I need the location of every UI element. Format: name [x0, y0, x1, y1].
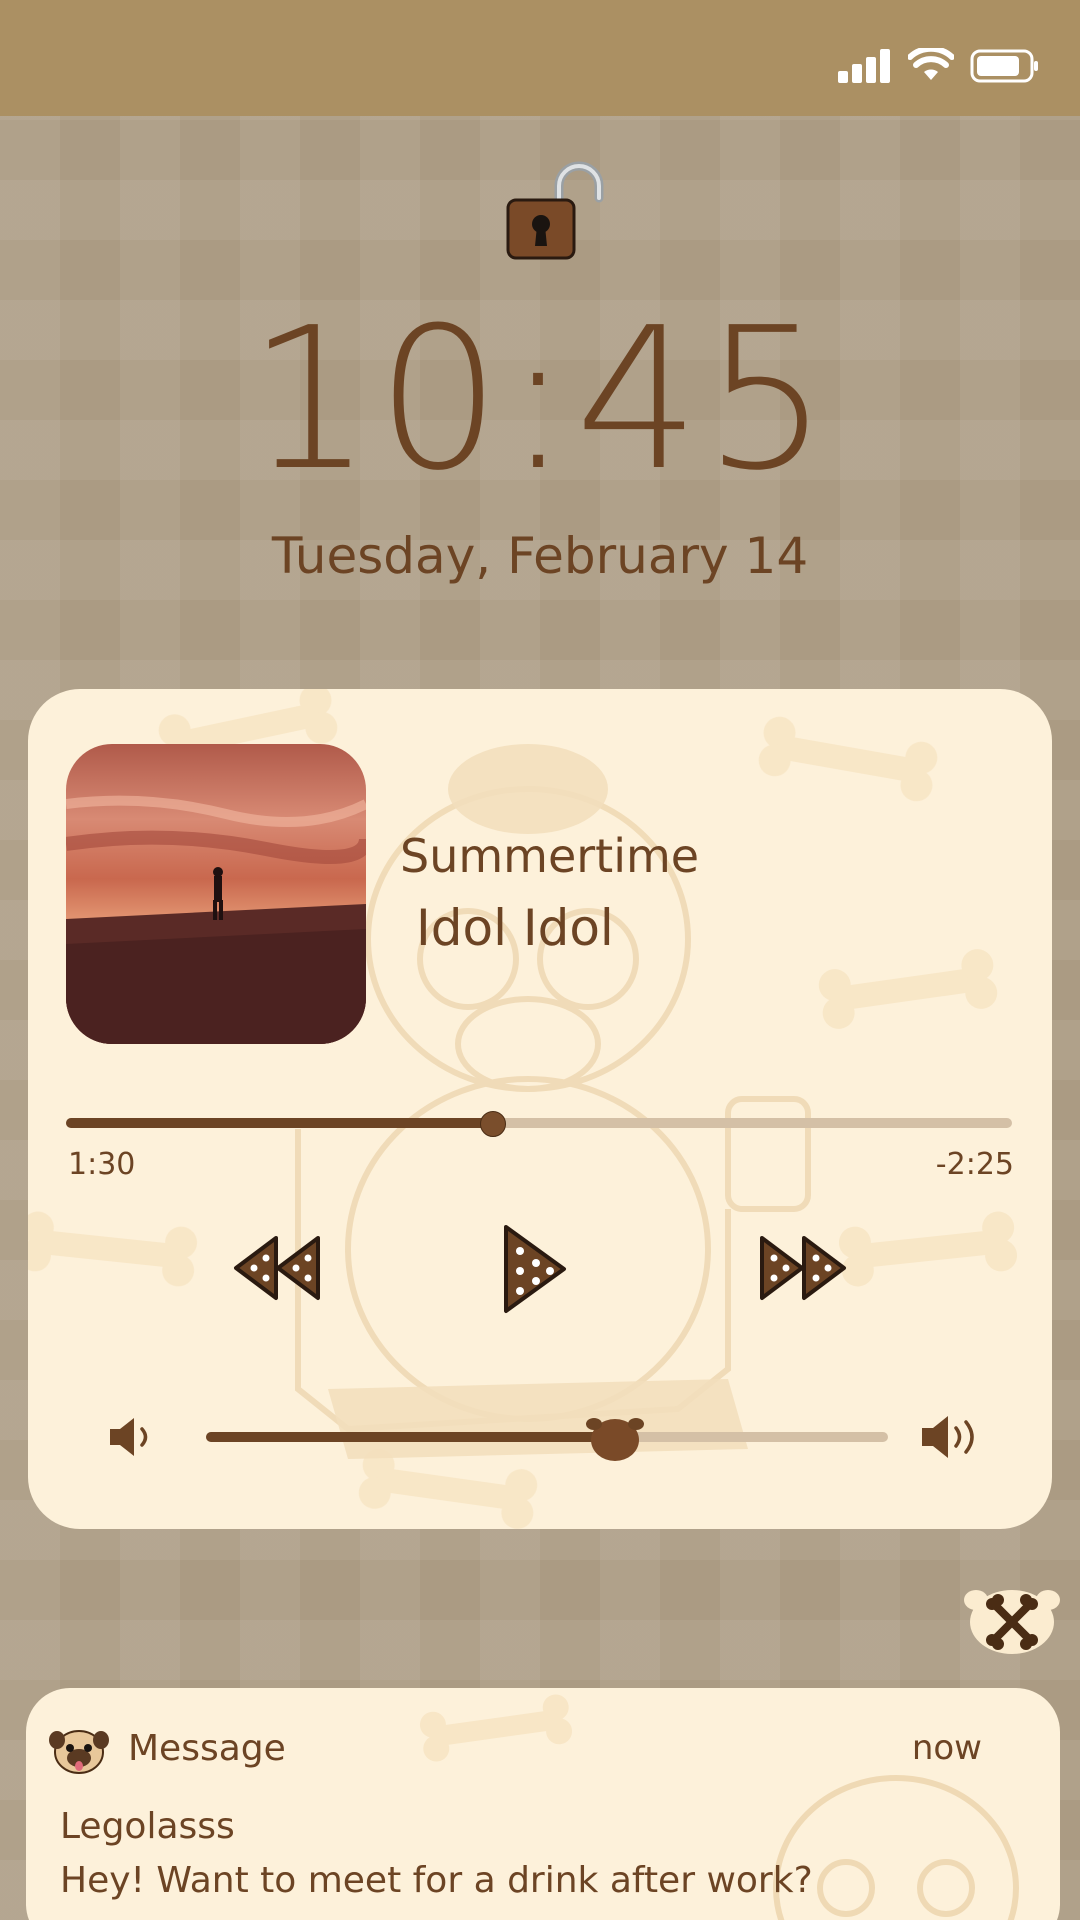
volume-low-icon — [110, 1418, 148, 1456]
status-bar — [0, 0, 1080, 116]
message-notification[interactable]: Message now Legolasss Hey! Want to meet … — [26, 1688, 1060, 1920]
song-title: Summertime — [400, 829, 700, 883]
volume-slider[interactable] — [206, 1418, 888, 1461]
wifi-icon — [908, 48, 954, 80]
rewind-icon[interactable] — [232, 1234, 322, 1302]
notification-sender: Legolasss — [60, 1806, 235, 1847]
volume-high-icon — [922, 1416, 974, 1458]
playback-progress-bar[interactable] — [66, 1111, 1012, 1137]
battery-icon — [970, 49, 1038, 83]
remaining-time: -2:25 — [935, 1147, 1014, 1182]
lock-clock: 10:45 — [247, 286, 833, 514]
music-player-widget: Summertime Idol Idol 1:30 -2:25 — [28, 689, 1052, 1529]
pug-avatar-icon — [49, 1730, 109, 1774]
progress-fill — [66, 1118, 492, 1128]
notification-app-name: Message — [128, 1728, 286, 1769]
notification-body: Hey! Want to meet for a drink after work… — [60, 1860, 813, 1901]
crossed-bones-icon[interactable] — [962, 1582, 1062, 1656]
volume-fill — [206, 1432, 616, 1442]
pug-volume-knob-icon[interactable] — [584, 1410, 646, 1462]
lock-screen: 10:45 Tuesday, February 14 Summertime Id… — [0, 0, 1080, 1920]
play-icon[interactable] — [500, 1223, 570, 1315]
cellular-signal-icon — [838, 49, 890, 83]
progress-scrubber[interactable] — [479, 1111, 506, 1137]
notification-time: now — [911, 1728, 982, 1768]
song-artist: Idol Idol — [416, 899, 614, 957]
elapsed-time: 1:30 — [68, 1147, 136, 1182]
fast-forward-icon[interactable] — [758, 1234, 848, 1302]
padlock-unlocked-icon[interactable] — [505, 160, 613, 262]
album-art — [66, 744, 366, 1044]
lock-date: Tuesday, February 14 — [271, 527, 809, 585]
